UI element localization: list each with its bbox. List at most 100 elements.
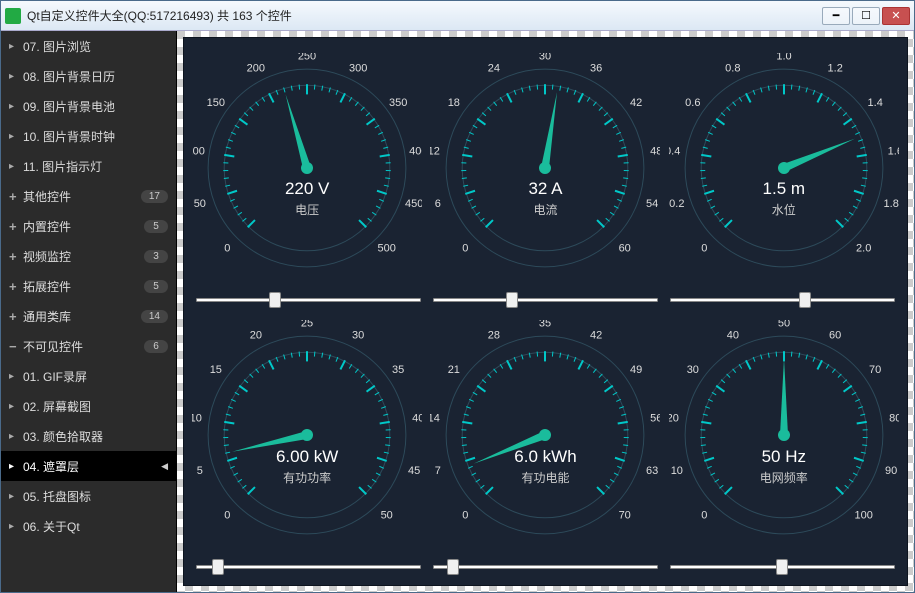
slider[interactable] [670, 565, 895, 569]
gauge-label: 水位 [669, 201, 899, 218]
sidebar-item[interactable]: ▸05. 托盘图标 [1, 481, 176, 511]
slider[interactable] [433, 565, 658, 569]
sidebar-item-label: 02. 屏幕截图 [23, 398, 168, 415]
svg-text:0.4: 0.4 [669, 145, 680, 157]
svg-text:80: 80 [889, 413, 899, 425]
svg-text:35: 35 [392, 364, 404, 376]
chevron-right-icon: ▸ [9, 371, 23, 382]
svg-text:200: 200 [247, 62, 265, 74]
svg-text:42: 42 [631, 97, 643, 109]
sidebar-item-label: 03. 颜色拾取器 [23, 428, 168, 445]
count-badge: 6 [144, 340, 168, 353]
sidebar-item[interactable]: ▸07. 图片浏览 [1, 31, 176, 61]
chevron-right-icon: ▸ [9, 161, 23, 172]
sidebar-item[interactable]: ▸06. 关于Qt [1, 511, 176, 541]
svg-text:0: 0 [701, 242, 707, 254]
svg-text:0: 0 [701, 510, 707, 522]
titlebar: Qt自定义控件大全(QQ:517216493) 共 163 个控件 ━ ☐ ✕ [1, 1, 914, 31]
svg-text:50: 50 [778, 320, 790, 329]
svg-text:35: 35 [539, 320, 551, 329]
sidebar-item[interactable]: ▸02. 屏幕截图 [1, 391, 176, 421]
sidebar-item[interactable]: ▸11. 图片指示灯 [1, 151, 176, 181]
svg-text:30: 30 [352, 330, 364, 342]
svg-text:10: 10 [192, 413, 202, 425]
svg-text:1.0: 1.0 [776, 53, 791, 62]
sidebar-category[interactable]: +其他控件17 [1, 181, 176, 211]
gauge-value: 32 A [430, 179, 660, 199]
svg-text:36: 36 [591, 62, 603, 74]
svg-text:49: 49 [631, 364, 643, 376]
count-badge: 17 [141, 190, 168, 203]
slider[interactable] [433, 298, 658, 302]
count-badge: 5 [144, 280, 168, 293]
close-button[interactable]: ✕ [882, 7, 910, 25]
count-badge: 5 [144, 220, 168, 233]
gauge: 010203040506070809010050 Hz电网频率 [665, 310, 903, 562]
maximize-button[interactable]: ☐ [852, 7, 880, 25]
sidebar-item-label: 04. 遮罩层 [23, 458, 157, 475]
slider-thumb[interactable] [447, 559, 459, 575]
slider-thumb[interactable] [212, 559, 224, 575]
sidebar-category-label: 拓展控件 [23, 278, 144, 295]
svg-text:28: 28 [488, 330, 500, 342]
svg-text:50: 50 [381, 510, 393, 522]
svg-text:25: 25 [301, 320, 313, 329]
gauge-panel: 050100150200250300350400450500220 V电压061… [183, 37, 908, 586]
svg-text:40: 40 [727, 330, 739, 342]
sidebar-item[interactable]: ▸08. 图片背景日历 [1, 61, 176, 91]
slider[interactable] [670, 298, 895, 302]
svg-text:1.4: 1.4 [867, 97, 882, 109]
plus-icon: + [9, 249, 23, 264]
minimize-button[interactable]: ━ [822, 7, 850, 25]
sidebar-category-label: 不可见控件 [23, 338, 144, 355]
svg-text:1.6: 1.6 [887, 145, 898, 157]
svg-text:24: 24 [488, 62, 500, 74]
sidebar-item[interactable]: ▸10. 图片背景时钟 [1, 121, 176, 151]
chevron-right-icon: ▸ [9, 131, 23, 142]
sidebar-item[interactable]: ▸01. GIF录屏 [1, 361, 176, 391]
svg-text:60: 60 [619, 242, 631, 254]
gauge-label: 有功电能 [430, 469, 660, 486]
svg-text:30: 30 [687, 364, 699, 376]
slider-thumb[interactable] [776, 559, 788, 575]
gauge: 050100150200250300350400450500220 V电压 [188, 42, 426, 294]
plus-icon: + [9, 189, 23, 204]
sidebar-item-label: 09. 图片背景电池 [23, 98, 168, 115]
chevron-right-icon: ▸ [9, 401, 23, 412]
gauge-label: 电网频率 [669, 469, 899, 486]
minus-icon: − [9, 339, 23, 354]
svg-text:40: 40 [412, 413, 422, 425]
svg-text:0: 0 [463, 510, 469, 522]
gauge-value: 220 V [192, 179, 422, 199]
sidebar-item-label: 10. 图片背景时钟 [23, 128, 168, 145]
sidebar-category[interactable]: −不可见控件6 [1, 331, 176, 361]
slider-thumb[interactable] [506, 292, 518, 308]
slider-thumb[interactable] [799, 292, 811, 308]
sidebar-category[interactable]: +视频监控3 [1, 241, 176, 271]
chevron-right-icon: ▸ [9, 521, 23, 532]
slider[interactable] [196, 298, 421, 302]
chevron-right-icon: ▸ [9, 71, 23, 82]
svg-text:100: 100 [854, 510, 872, 522]
app-icon [5, 8, 21, 24]
sidebar-item[interactable]: ▸09. 图片背景电池 [1, 91, 176, 121]
gauge: 00.20.40.60.81.01.21.41.61.82.01.5 m水位 [665, 42, 903, 294]
gauge-value: 50 Hz [669, 447, 899, 467]
gauge-value: 6.0 kWh [430, 447, 660, 467]
svg-text:350: 350 [389, 97, 407, 109]
slider-thumb[interactable] [269, 292, 281, 308]
count-badge: 14 [141, 310, 168, 323]
plus-icon: + [9, 219, 23, 234]
sidebar-item[interactable]: ▸04. 遮罩层 [1, 451, 176, 481]
svg-text:0: 0 [224, 510, 230, 522]
chevron-right-icon: ▸ [9, 461, 23, 472]
plus-icon: + [9, 279, 23, 294]
svg-text:0.8: 0.8 [725, 62, 740, 74]
sidebar-item[interactable]: ▸03. 颜色拾取器 [1, 421, 176, 451]
slider[interactable] [196, 565, 421, 569]
svg-text:20: 20 [669, 413, 679, 425]
sidebar-category[interactable]: +内置控件5 [1, 211, 176, 241]
sidebar-category[interactable]: +拓展控件5 [1, 271, 176, 301]
sidebar-item-label: 11. 图片指示灯 [23, 158, 168, 175]
sidebar-category[interactable]: +通用类库14 [1, 301, 176, 331]
